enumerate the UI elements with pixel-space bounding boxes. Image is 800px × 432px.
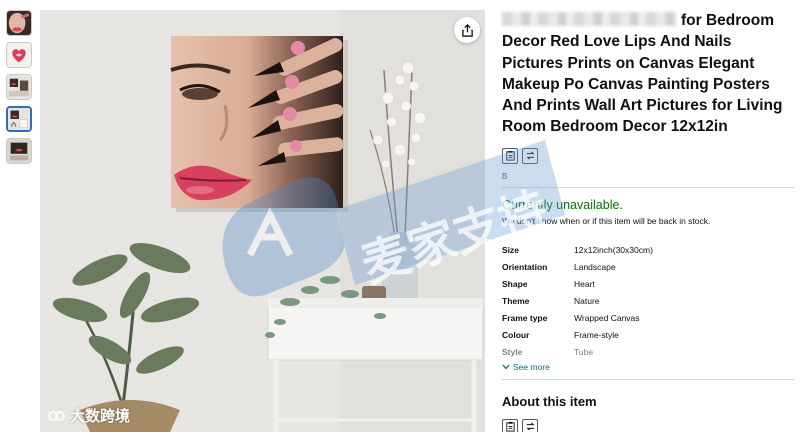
spec-value: Frame-style	[574, 330, 619, 341]
product-details: for Bedroom Decor Red Love Lips And Nail…	[502, 10, 794, 432]
title-icon-row	[502, 147, 794, 166]
product-title-text: for Bedroom Decor Red Love Lips And Nail…	[502, 12, 783, 136]
divider	[502, 378, 794, 380]
spec-row: Style Tube	[502, 344, 794, 361]
spec-key: Frame type	[502, 313, 548, 324]
spec-key: Orientation	[502, 262, 548, 273]
chevron-down-icon	[502, 364, 510, 370]
availability-status: Currently unavailable.	[502, 197, 623, 212]
tiny-label: B	[502, 171, 508, 181]
thumbnail-4-selected[interactable]	[6, 106, 32, 132]
clipboard-icon[interactable]	[502, 147, 518, 164]
spec-key: Style	[502, 347, 523, 358]
corner-watermark-text: 大数跨境	[70, 408, 131, 425]
thumbnail-1[interactable]	[6, 10, 32, 36]
spec-value: Heart	[574, 279, 595, 290]
thumbnail-3[interactable]	[6, 74, 32, 100]
spec-row: Shape Heart	[502, 276, 794, 293]
spec-value: 12x12inch(30x30cm)	[574, 245, 653, 256]
spec-row: Theme Nature	[502, 293, 794, 310]
product-title: for Bedroom Decor Red Love Lips And Nail…	[502, 10, 794, 138]
swap-icon[interactable]	[522, 147, 538, 164]
share-button[interactable]	[454, 17, 480, 43]
spec-value: Tube	[574, 347, 594, 358]
spec-value: Nature	[574, 296, 600, 307]
product-scene-image	[40, 10, 485, 432]
main-product-image[interactable]: 大数跨境	[40, 10, 485, 432]
stock-note: We don't know when or if this item will …	[502, 215, 711, 226]
thumbnail-2[interactable]	[6, 42, 32, 68]
spec-key: Colour	[502, 330, 530, 341]
spec-table: Size 12x12inch(30x30cm) Orientation Landsca…	[502, 242, 794, 361]
see-more-label: See more	[513, 361, 550, 372]
spec-key: Theme	[502, 296, 530, 307]
spec-row: Colour Frame-style	[502, 327, 794, 344]
blurred-brand	[502, 12, 677, 26]
thumbnail-5[interactable]	[6, 138, 32, 164]
canvas-artwork	[170, 36, 344, 208]
corner-watermark: 大数跨境	[48, 405, 130, 426]
about-heading: About this item	[502, 393, 597, 409]
thumbnail-strip	[6, 10, 34, 170]
divider	[502, 186, 794, 188]
spec-row: Frame type Wrapped Canvas	[502, 310, 794, 327]
spec-row: Size 12x12inch(30x30cm)	[502, 242, 794, 259]
brand-logo-icon	[48, 410, 65, 421]
see-more-link[interactable]: See more	[502, 362, 794, 372]
swap-icon[interactable]	[522, 418, 538, 432]
spec-row: Orientation Landscape	[502, 259, 794, 276]
spec-value: Landscape	[574, 262, 616, 273]
clipboard-icon[interactable]	[502, 418, 518, 432]
spec-value: Wrapped Canvas	[574, 313, 640, 324]
about-icon-row	[502, 418, 794, 432]
share-icon	[461, 23, 473, 37]
spec-key: Shape	[502, 279, 528, 290]
spec-key: Size	[502, 245, 520, 256]
